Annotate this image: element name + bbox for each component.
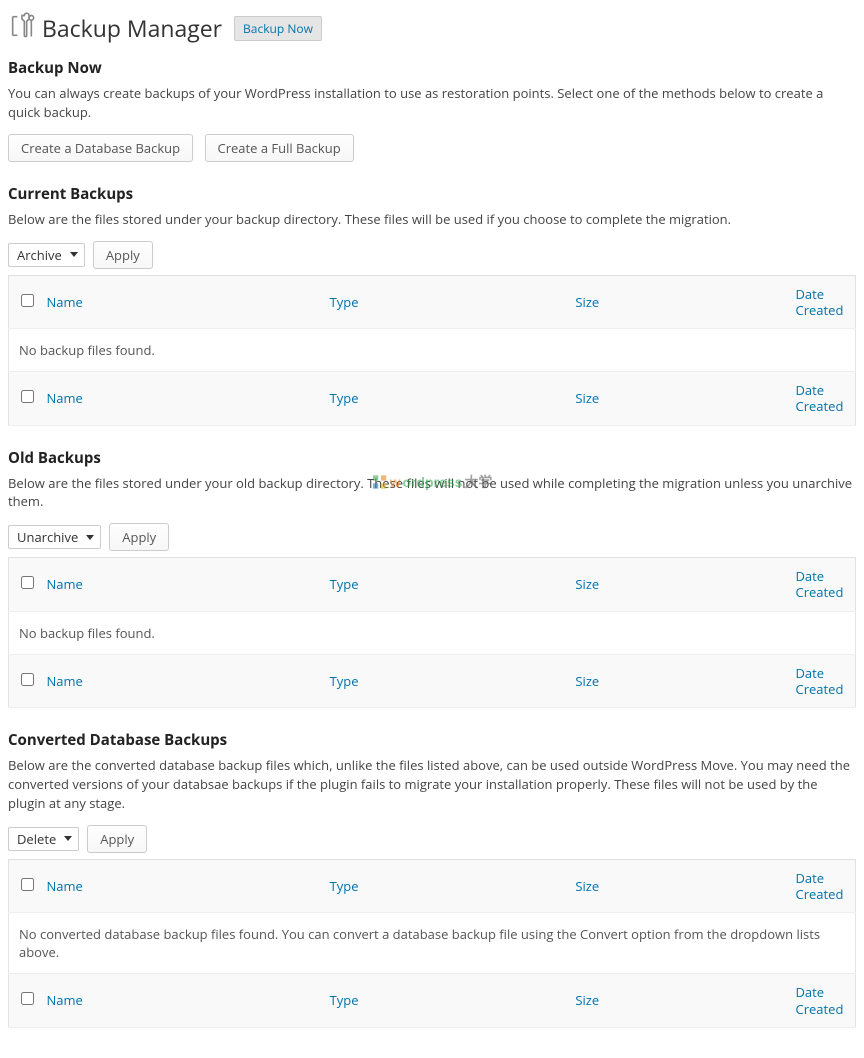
current-empty-message: No backup files found.: [9, 329, 856, 372]
col-name[interactable]: Name: [37, 859, 320, 913]
col-size[interactable]: Size: [565, 974, 785, 1028]
col-type[interactable]: Type: [320, 859, 566, 913]
section-converted-backups: Converted Database Backups Below are the…: [8, 730, 856, 1028]
col-name[interactable]: Name: [37, 558, 320, 612]
old-action-selected: Unarchive: [17, 528, 78, 546]
section-current-backups: Current Backups Below are the files stor…: [8, 184, 856, 426]
col-name[interactable]: Name: [37, 654, 320, 708]
page-header: Backup Manager Backup Now: [8, 12, 856, 44]
converted-empty-message: No converted database backup files found…: [9, 913, 856, 974]
chevron-down-icon: [86, 535, 94, 540]
col-date-created[interactable]: DateCreated: [786, 974, 856, 1028]
page-title: Backup Manager: [42, 12, 228, 44]
col-size[interactable]: Size: [565, 372, 785, 426]
current-action-selected: Archive: [17, 246, 62, 264]
col-type[interactable]: Type: [320, 974, 566, 1028]
converted-select-all-bottom[interactable]: [21, 992, 34, 1005]
converted-action-select[interactable]: Delete: [8, 827, 79, 851]
current-table: Name Type Size DateCreated No backup fil…: [8, 275, 856, 426]
col-date-created[interactable]: DateCreated: [786, 859, 856, 913]
converted-heading: Converted Database Backups: [8, 730, 856, 750]
old-empty-message: No backup files found.: [9, 611, 856, 654]
old-action-select[interactable]: Unarchive: [8, 525, 101, 549]
current-select-all-bottom[interactable]: [21, 390, 34, 403]
old-heading: Old Backups: [8, 448, 856, 468]
converted-action-selected: Delete: [17, 830, 56, 848]
current-intro: Below are the files stored under your ba…: [8, 210, 856, 229]
current-heading: Current Backups: [8, 184, 856, 204]
section-backup-now: Backup Now You can always create backups…: [8, 58, 856, 162]
col-date-created[interactable]: DateCreated: [786, 275, 856, 329]
col-size[interactable]: Size: [565, 859, 785, 913]
converted-table: Name Type Size DateCreated No converted …: [8, 859, 856, 1028]
old-select-all-top[interactable]: [21, 576, 34, 589]
col-size[interactable]: Size: [565, 654, 785, 708]
col-type[interactable]: Type: [320, 654, 566, 708]
create-db-backup-button[interactable]: Create a Database Backup: [8, 134, 193, 162]
backup-now-heading: Backup Now: [8, 58, 856, 78]
backup-now-title-button[interactable]: Backup Now: [234, 16, 322, 41]
current-select-all-top[interactable]: [21, 294, 34, 307]
chevron-down-icon: [70, 252, 78, 257]
converted-apply-button[interactable]: Apply: [87, 825, 147, 853]
col-date-created[interactable]: DateCreated: [786, 372, 856, 426]
current-action-select[interactable]: Archive: [8, 243, 85, 267]
col-date-created[interactable]: DateCreated: [786, 654, 856, 708]
col-name[interactable]: Name: [37, 372, 320, 426]
col-name[interactable]: Name: [37, 974, 320, 1028]
converted-select-all-top[interactable]: [21, 878, 34, 891]
converted-intro: Below are the converted database backup …: [8, 756, 856, 813]
old-apply-button[interactable]: Apply: [109, 523, 169, 551]
col-name[interactable]: Name: [37, 275, 320, 329]
old-select-all-bottom[interactable]: [21, 673, 34, 686]
col-size[interactable]: Size: [565, 558, 785, 612]
current-apply-button[interactable]: Apply: [93, 241, 153, 269]
create-full-backup-button[interactable]: Create a Full Backup: [205, 134, 354, 162]
old-intro: Below are the files stored under your ol…: [8, 474, 856, 512]
col-type[interactable]: Type: [320, 275, 566, 329]
col-size[interactable]: Size: [565, 275, 785, 329]
col-type[interactable]: Type: [320, 372, 566, 426]
backup-now-intro: You can always create backups of your Wo…: [8, 84, 856, 122]
chevron-down-icon: [64, 836, 72, 841]
col-type[interactable]: Type: [320, 558, 566, 612]
tools-icon: [8, 12, 42, 44]
section-old-backups: Old Backups Below are the files stored u…: [8, 448, 856, 709]
old-table: Name Type Size DateCreated No backup fil…: [8, 557, 856, 708]
col-date-created[interactable]: DateCreated: [786, 558, 856, 612]
